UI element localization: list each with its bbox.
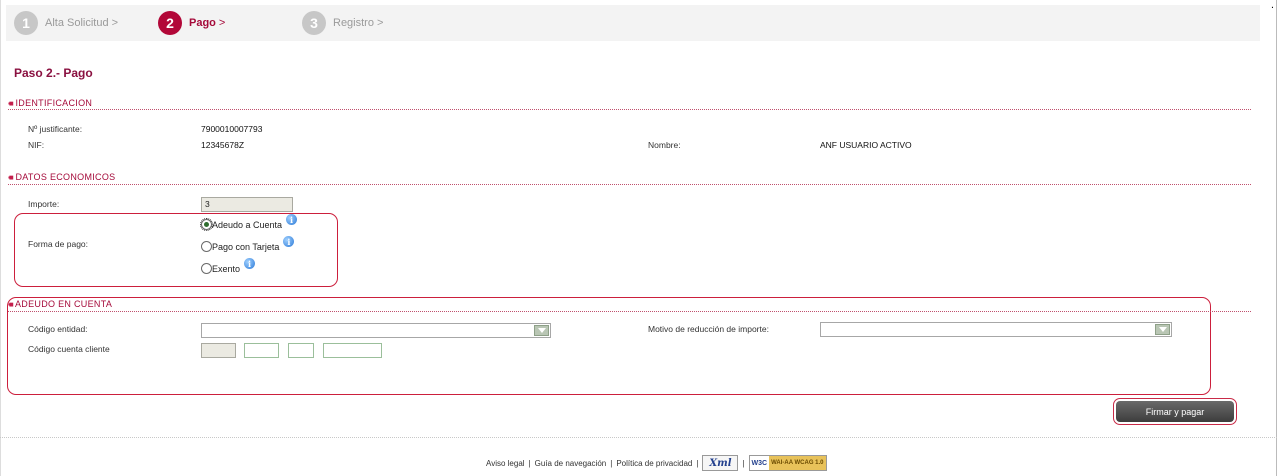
- cuenta-entidad-field[interactable]: [201, 343, 236, 358]
- corner-mark: .: [1270, 0, 1274, 11]
- radio-exento[interactable]: [201, 263, 212, 274]
- section-title: IDENTIFICACION: [15, 98, 93, 108]
- w3c-logo: W3C: [749, 456, 770, 470]
- motivo-label: Motivo de reducción de importe:: [648, 324, 769, 334]
- steps-bar: 1 Alta Solicitud > 2 Pago > 3 Registro >: [6, 5, 1260, 41]
- step-arrow: >: [111, 17, 119, 29]
- option-label: Exento: [212, 263, 241, 274]
- section-bullet-icon: ▪■: [8, 99, 14, 108]
- nombre-value: ANF USUARIO ACTIVO: [820, 140, 912, 150]
- footer-divider: [0, 437, 1277, 438]
- step-arrow: >: [376, 17, 384, 29]
- motivo-select[interactable]: [820, 322, 1172, 337]
- step-registro: 3 Registro >: [302, 10, 383, 36]
- cuenta-dc-field[interactable]: [288, 343, 314, 358]
- radio-adeudo-cuenta[interactable]: [200, 218, 213, 231]
- codigo-entidad-select[interactable]: [201, 323, 551, 338]
- step-pago: 2 Pago >: [158, 10, 225, 36]
- info-icon[interactable]: i: [244, 258, 256, 269]
- info-icon[interactable]: i: [286, 214, 298, 225]
- section-divider: [8, 109, 1251, 110]
- section-divider: [8, 184, 1251, 185]
- wai-aa-badge-icon[interactable]: W3C WAI-AA WCAG 1.0: [748, 455, 827, 471]
- option-adeudo-cuenta[interactable]: Adeudo a Cuenta i: [200, 214, 298, 231]
- page-title: Paso 2.- Pago: [14, 66, 93, 80]
- justificante-label: Nº justificante:: [28, 124, 83, 134]
- footer-link-guia-navegacion[interactable]: Guía de navegación: [535, 459, 607, 468]
- cuenta-numero-field[interactable]: [323, 343, 382, 358]
- importe-field[interactable]: 3: [201, 197, 293, 212]
- step-label: Registro: [333, 17, 374, 29]
- cuenta-oficina-field[interactable]: [244, 343, 279, 358]
- section-adeudo-header: ▪■ ADEUDO EN CUENTA: [8, 299, 112, 311]
- importe-label: Importe:: [28, 199, 60, 209]
- footer-separator: |: [528, 458, 531, 468]
- nif-label: NIF:: [28, 140, 45, 150]
- justificante-value: 7900010007793: [201, 124, 263, 134]
- step-number: 2: [158, 11, 182, 35]
- footer: Aviso legal | Guía de navegación | Polít…: [486, 455, 827, 471]
- footer-separator: |: [742, 458, 745, 468]
- firmar-pagar-label: Firmar y pagar: [1116, 401, 1234, 422]
- cuenta-cliente-label: Código cuenta cliente: [28, 344, 110, 354]
- step-label: Alta Solicitud: [45, 17, 109, 29]
- step-number: 3: [302, 11, 326, 35]
- step-label: Pago: [189, 17, 216, 29]
- option-pago-tarjeta[interactable]: Pago con Tarjeta i: [201, 236, 295, 252]
- footer-separator: |: [696, 458, 699, 468]
- xml-badge-icon[interactable]: Xml: [702, 455, 739, 471]
- section-divider: [8, 311, 1251, 312]
- option-label: Adeudo a Cuenta: [212, 219, 283, 230]
- option-label: Pago con Tarjeta: [212, 241, 280, 252]
- forma-pago-label: Forma de pago:: [28, 239, 89, 249]
- info-icon[interactable]: i: [283, 236, 295, 247]
- step-arrow: >: [218, 17, 226, 29]
- step-alta-solicitud: 1 Alta Solicitud >: [14, 10, 118, 36]
- footer-link-politica-privacidad[interactable]: Política de privacidad: [616, 459, 692, 468]
- step-number: 1: [14, 11, 38, 35]
- wai-aa-label: WAI-AA WCAG 1.0: [769, 456, 826, 470]
- section-datos-economicos-header: ▪■ DATOS ECONOMICOS: [8, 172, 115, 184]
- section-title: DATOS ECONOMICOS: [15, 172, 116, 182]
- codigo-entidad-label: Código entidad:: [28, 324, 88, 334]
- footer-link-aviso-legal[interactable]: Aviso legal: [486, 459, 525, 468]
- option-exento[interactable]: Exento i: [201, 258, 256, 274]
- section-bullet-icon: ▪■: [8, 173, 14, 182]
- section-title: ADEUDO EN CUENTA: [14, 299, 113, 309]
- section-bullet-icon: ▪■: [8, 300, 14, 309]
- footer-separator: |: [610, 458, 613, 468]
- nif-value: 12345678Z: [201, 140, 245, 150]
- radio-pago-tarjeta[interactable]: [201, 241, 212, 252]
- chevron-down-icon[interactable]: [1155, 324, 1170, 335]
- firmar-pagar-button[interactable]: Firmar y pagar: [1113, 398, 1237, 425]
- chevron-down-icon[interactable]: [534, 325, 549, 336]
- nombre-label: Nombre:: [648, 140, 681, 150]
